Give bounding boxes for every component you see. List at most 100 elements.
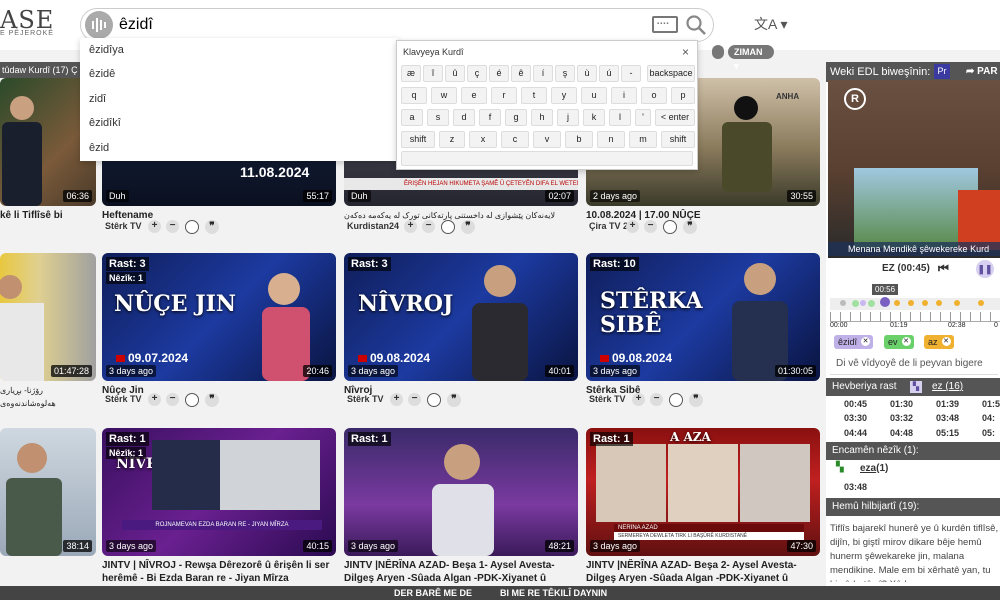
- key[interactable]: î: [423, 65, 443, 82]
- chart-icon[interactable]: ▚: [910, 381, 922, 393]
- match-time[interactable]: 04:: [982, 413, 995, 423]
- translate-icon[interactable]: 文A ▾: [754, 14, 787, 34]
- minus-button[interactable]: −: [166, 393, 179, 406]
- transcript-search[interactable]: Di vê vîdyoyê de li peyvan bigere: [830, 355, 998, 375]
- search-icon[interactable]: [684, 13, 708, 37]
- key[interactable]: v: [533, 131, 561, 148]
- key[interactable]: w: [431, 87, 457, 104]
- key[interactable]: i: [611, 87, 637, 104]
- quote-icon[interactable]: ❞: [689, 393, 703, 407]
- channel-name[interactable]: Stêrk TV: [105, 394, 142, 404]
- minus-button[interactable]: −: [644, 220, 657, 233]
- video-card[interactable]: A AZA NÊRÎNA AZAD SERMEREYA DEWLETA TIRK…: [586, 428, 820, 586]
- ziman-filter[interactable]: ZIMAN ▾: [728, 45, 774, 71]
- video-thumbnail[interactable]: Rast: 1 3 days ago 48:21: [344, 428, 578, 556]
- near-match-word[interactable]: eza(1): [860, 463, 888, 474]
- minus-button[interactable]: −: [408, 393, 421, 406]
- key[interactable]: o: [641, 87, 667, 104]
- timeline-marker[interactable]: [880, 297, 890, 307]
- key[interactable]: ú: [599, 65, 619, 82]
- video-card[interactable]: NÎVROJ 09.08.2024 Rast: 3 3 days ago 40:…: [344, 253, 578, 413]
- search-input[interactable]: [119, 13, 639, 37]
- channel-name[interactable]: Stêrk TV: [105, 221, 142, 231]
- key[interactable]: r: [491, 87, 517, 104]
- rating-circle[interactable]: [441, 220, 455, 234]
- plus-button[interactable]: +: [148, 220, 161, 233]
- match-time[interactable]: 03:32: [890, 413, 913, 423]
- rating-circle[interactable]: [185, 393, 199, 407]
- video-thumbnail[interactable]: 01:47:28: [0, 253, 96, 381]
- video-card[interactable]: Rast: 1 3 days ago 48:21 JINTV |NÊRÎNA A…: [344, 428, 578, 586]
- channel-name[interactable]: Stêrk TV: [347, 394, 384, 404]
- plus-button[interactable]: +: [390, 393, 403, 406]
- key[interactable]: l: [609, 109, 631, 126]
- shift-key[interactable]: shift: [661, 131, 695, 148]
- key[interactable]: f: [479, 109, 501, 126]
- key[interactable]: ': [635, 109, 651, 126]
- key[interactable]: e: [461, 87, 487, 104]
- channel-name[interactable]: Stêrk TV: [589, 394, 626, 404]
- match-time[interactable]: 04:48: [890, 428, 913, 438]
- video-title[interactable]: kê li Tiflîsê bi: [0, 209, 96, 222]
- match-time[interactable]: 01:30: [890, 399, 913, 409]
- rating-circle[interactable]: [663, 220, 677, 234]
- key[interactable]: m: [629, 131, 657, 148]
- key[interactable]: u: [581, 87, 607, 104]
- key[interactable]: x: [469, 131, 497, 148]
- match-time[interactable]: 03:30: [844, 413, 867, 423]
- channel-name[interactable]: Kurdistan24: [347, 221, 399, 231]
- match-time[interactable]: 03:48: [844, 482, 867, 492]
- video-player[interactable]: R Menana Mendikê şêwekereke Kurd: [828, 80, 1000, 258]
- tag-chip[interactable]: az ✕: [924, 335, 954, 349]
- rating-circle[interactable]: [669, 393, 683, 407]
- key[interactable]: ş: [555, 65, 575, 82]
- match-time[interactable]: 04:44: [844, 428, 867, 438]
- key[interactable]: p: [671, 87, 695, 104]
- video-thumbnail[interactable]: NÛÇE JIN 09.07.2024 Rast: 3 Nêzîk: 1 3 d…: [102, 253, 336, 381]
- ez-count-link[interactable]: ez (16): [932, 378, 963, 396]
- match-time[interactable]: 03:48: [936, 413, 959, 423]
- backspace-key[interactable]: backspace: [647, 65, 695, 82]
- video-title[interactable]: JINTV | NÎVROJ - Rewşa Dêrezorê û êrişên…: [102, 559, 336, 586]
- quote-icon[interactable]: ❞: [205, 393, 219, 407]
- key[interactable]: y: [551, 87, 577, 104]
- video-title[interactable]: رۆژنا- بڕیاری هەلوەشاندنەوەی: [0, 384, 96, 410]
- close-icon[interactable]: ×: [682, 45, 689, 59]
- key[interactable]: j: [557, 109, 579, 126]
- key[interactable]: í: [533, 65, 553, 82]
- key[interactable]: q: [401, 87, 427, 104]
- match-time[interactable]: 05:15: [936, 428, 959, 438]
- key[interactable]: æ: [401, 65, 421, 82]
- video-title[interactable]: JINTV |NÊRÎNA AZAD- Beşa 1- Aysel Avesta…: [344, 559, 578, 586]
- match-time[interactable]: 01:39: [936, 399, 959, 409]
- rating-circle[interactable]: [427, 393, 441, 407]
- share-button[interactable]: ➦ PAR: [966, 62, 998, 82]
- spacebar-key[interactable]: [401, 151, 693, 166]
- voice-logo-icon[interactable]: [85, 11, 113, 39]
- video-thumbnail[interactable]: NÎVROJ 09.08.2024 Rast: 3 3 days ago 40:…: [344, 253, 578, 381]
- video-thumbnail[interactable]: NÎVRO ROJNAMEVAN EZDA BARAN RE - JIYAN M…: [102, 428, 336, 556]
- quote-icon[interactable]: ❞: [461, 220, 475, 234]
- key[interactable]: k: [583, 109, 605, 126]
- match-time[interactable]: 05:: [982, 428, 995, 438]
- key[interactable]: ê: [511, 65, 531, 82]
- video-thumbnail[interactable]: A AZA NÊRÎNA AZAD SERMEREYA DEWLETA TIRK…: [586, 428, 820, 556]
- suggestion-item[interactable]: êzidîya: [80, 38, 398, 62]
- key[interactable]: ù: [577, 65, 597, 82]
- minus-button[interactable]: −: [166, 220, 179, 233]
- video-card[interactable]: NÛÇE JIN 09.07.2024 Rast: 3 Nêzîk: 1 3 d…: [102, 253, 336, 413]
- minus-button[interactable]: −: [650, 393, 663, 406]
- key[interactable]: a: [401, 109, 423, 126]
- keyboard-icon[interactable]: ▪▪▪▪: [652, 16, 678, 33]
- shift-key[interactable]: shift: [401, 131, 435, 148]
- timeline[interactable]: 00:56 00:00 01:19 02:38 0: [830, 284, 1000, 332]
- tag-chip[interactable]: ev ✕: [884, 335, 914, 349]
- video-card[interactable]: STÊRKA SIBÊ 09.08.2024 Rast: 10 3 days ag…: [586, 253, 820, 413]
- video-card[interactable]: 01:47:28 رۆژنا- بڕیاری هەلوەشاندنەوەی: [0, 253, 96, 408]
- minus-button[interactable]: −: [422, 220, 435, 233]
- key[interactable]: z: [439, 131, 465, 148]
- match-time[interactable]: 01:5: [982, 399, 1000, 409]
- match-time[interactable]: 00:45: [844, 399, 867, 409]
- key[interactable]: s: [427, 109, 449, 126]
- quote-icon[interactable]: ❞: [683, 220, 697, 234]
